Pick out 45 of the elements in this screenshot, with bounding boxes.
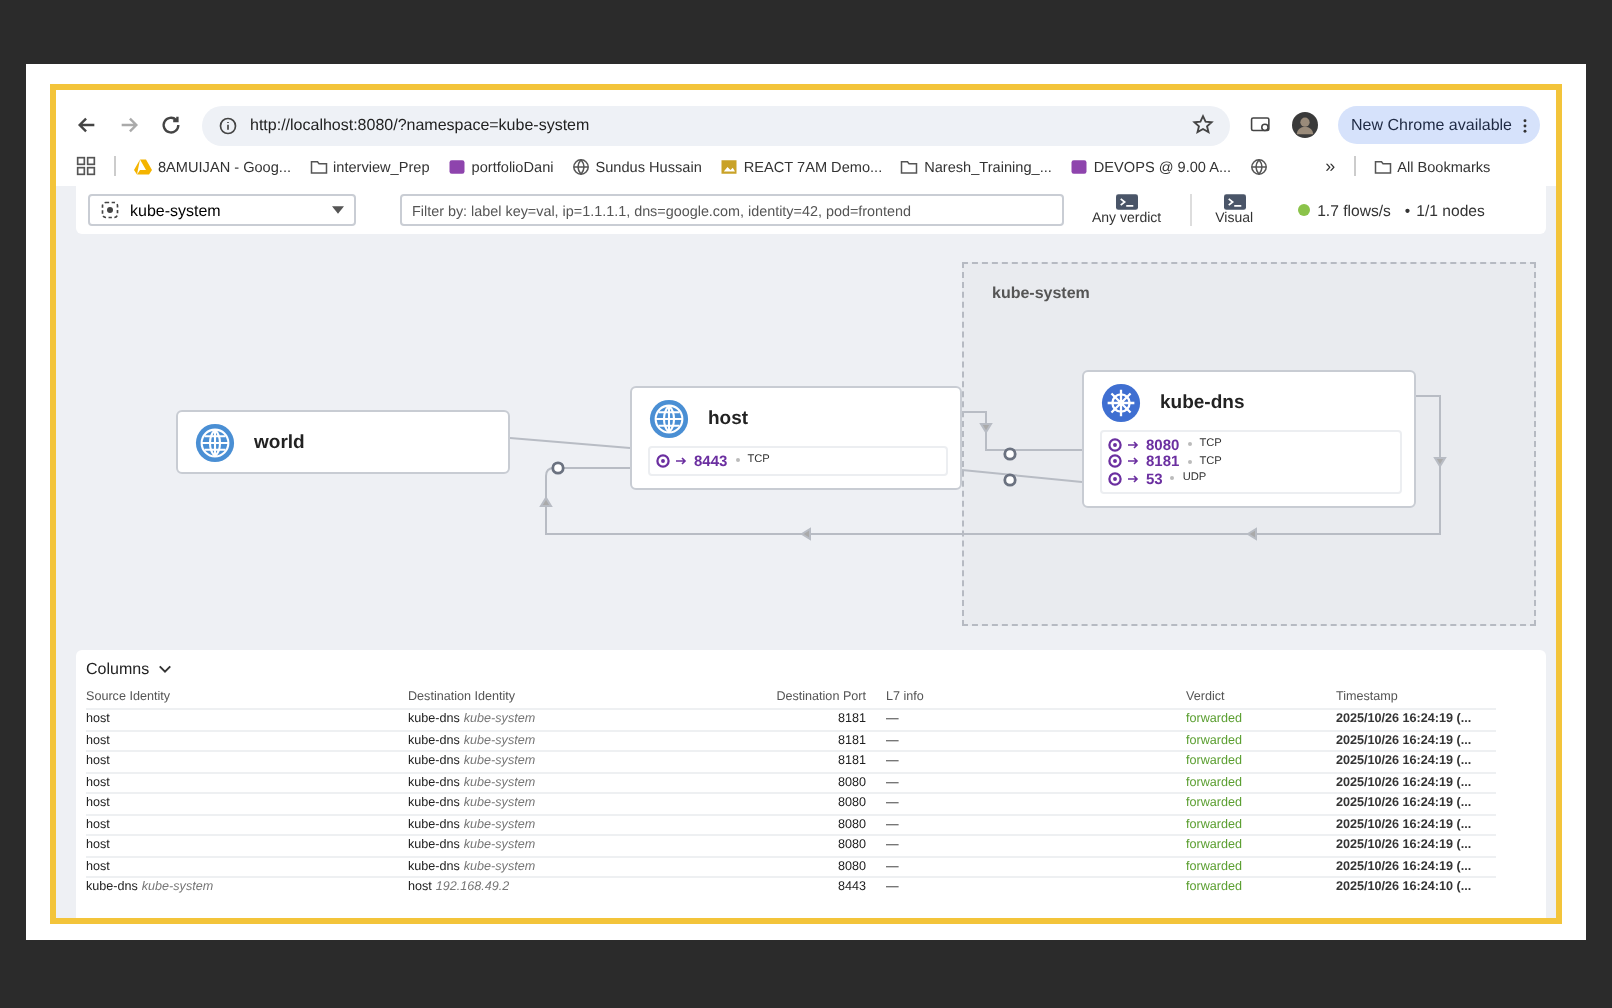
update-button[interactable]: New Chrome available: [1337, 106, 1540, 144]
arrow-icon: [676, 455, 688, 466]
arrow-icon: [1128, 439, 1140, 450]
arrow-icon: [1128, 456, 1140, 467]
more-bookmarks-button[interactable]: »: [1325, 156, 1336, 176]
caret-icon: [332, 206, 344, 214]
connector-dot: [1003, 473, 1017, 487]
app-icon: [447, 157, 466, 175]
back-icon[interactable]: [76, 114, 98, 136]
app-icon: [1069, 157, 1088, 175]
star-icon[interactable]: [1191, 114, 1214, 136]
folder-icon: [900, 157, 919, 175]
node-title: world: [254, 431, 305, 453]
folder-icon: [1373, 157, 1392, 175]
tab-search-icon[interactable]: [1249, 114, 1272, 136]
address-bar[interactable]: http://localhost:8080/?namespace=kube-system: [202, 105, 1230, 145]
globe-icon: [194, 421, 236, 463]
avatar[interactable]: [1291, 112, 1318, 138]
status-dot: [1297, 204, 1310, 216]
node-title: kube-dns: [1160, 391, 1245, 413]
connector-dot: [551, 461, 565, 475]
connector-dot: [1003, 447, 1017, 461]
image-icon: [719, 157, 738, 175]
namespace-icon: [100, 200, 120, 220]
globe-icon: [571, 157, 590, 175]
port-target-icon: [656, 453, 670, 468]
apps-grid-icon[interactable]: [76, 156, 96, 176]
info-icon[interactable]: [218, 115, 238, 135]
folder-icon: [309, 157, 328, 175]
terminal-icon: [1115, 194, 1138, 210]
node-title: host: [708, 407, 749, 429]
namespace-label: kube-system: [992, 284, 1090, 302]
helm-wheel-icon: [1100, 381, 1142, 423]
columns-button[interactable]: Columns: [86, 656, 172, 682]
bookmark[interactable]: [1249, 157, 1268, 175]
chevron-icon: [157, 664, 172, 674]
terminal-icon: [1223, 194, 1246, 210]
reload-icon[interactable]: [160, 114, 182, 136]
arrow-icon: [1128, 473, 1140, 484]
drive-icon: [134, 157, 152, 175]
namespace-dropdown[interactable]: kube-system: [88, 194, 356, 226]
more-icon: [1522, 117, 1528, 133]
globe-icon: [648, 397, 690, 439]
service-node[interactable]: world: [176, 410, 510, 474]
globe-icon: [1249, 157, 1268, 175]
